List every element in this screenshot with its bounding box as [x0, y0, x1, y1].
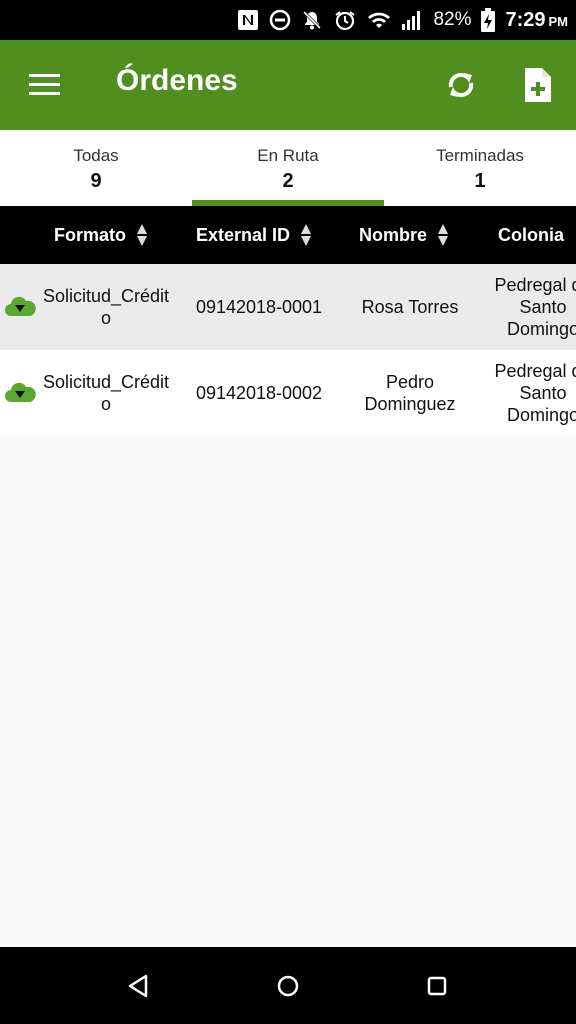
- menu-button[interactable]: [28, 68, 62, 102]
- status-icons: 82% 7:29 PM: [237, 0, 568, 40]
- cell-nombre: Rosa Torres: [361, 297, 459, 317]
- signal-icon: [401, 9, 423, 31]
- table-row[interactable]: Solicitud_Crédito 09142018-0001 Rosa Tor…: [0, 264, 576, 350]
- column-header-colonia[interactable]: Colonia: [498, 206, 564, 264]
- table-header: Formato External ID Nombre Colonia: [0, 206, 576, 264]
- tab-count: 9: [90, 170, 102, 192]
- cell-nombre: Pedro Dominguez: [364, 372, 456, 414]
- tab-terminadas[interactable]: Terminadas 1: [384, 130, 576, 206]
- menu-icon: [29, 74, 60, 95]
- back-icon: [128, 974, 148, 998]
- page-title: Órdenes: [116, 64, 238, 97]
- sort-icon: [136, 223, 148, 247]
- tab-en-ruta[interactable]: En Ruta 2: [192, 130, 384, 206]
- recents-button[interactable]: [420, 969, 454, 1003]
- status-bar: 82% 7:29 PM: [0, 0, 576, 40]
- cloud-download-icon: [4, 294, 36, 320]
- sort-icon: [437, 223, 449, 247]
- cell-formato: Solicitud_Crédito: [42, 286, 170, 328]
- cell-external-id: 09142018-0001: [195, 297, 323, 317]
- clock: 7:29 PM: [505, 9, 568, 32]
- tab-label: Terminadas: [436, 146, 524, 165]
- refresh-icon: [448, 72, 474, 98]
- sort-icon: [300, 223, 312, 247]
- alarm-icon: [333, 9, 357, 31]
- battery-charging-icon: [481, 8, 496, 32]
- navigation-bar: [0, 947, 576, 1024]
- column-header-label: Formato: [54, 224, 126, 245]
- tab-label: En Ruta: [257, 146, 319, 165]
- tab-todas[interactable]: Todas 9: [0, 130, 192, 206]
- tab-label: Todas: [73, 146, 119, 165]
- notifications-off-icon: [301, 9, 323, 31]
- column-header-label: Nombre: [359, 224, 428, 245]
- cell-formato: Solicitud_Crédito: [42, 372, 170, 414]
- new-document-button[interactable]: [520, 65, 556, 105]
- tab-count: 1: [474, 170, 486, 192]
- column-header-label: Colonia: [498, 224, 564, 245]
- refresh-button[interactable]: [443, 65, 479, 105]
- nfc-icon: [237, 9, 259, 31]
- cloud-download-icon: [4, 380, 36, 406]
- home-icon: [277, 975, 299, 997]
- new-document-icon: [525, 68, 551, 102]
- battery-percent: 82%: [433, 9, 472, 30]
- home-button[interactable]: [271, 969, 305, 1003]
- cell-external-id: 09142018-0002: [195, 383, 323, 403]
- clock-ampm: PM: [548, 13, 569, 29]
- cell-colonia: Pedregal de Santo Domingo: [494, 361, 576, 425]
- tab-bar: Todas 9 En Ruta 2 Terminadas 1: [0, 130, 576, 206]
- app-bar: Órdenes: [0, 40, 576, 130]
- tab-count: 2: [282, 170, 294, 192]
- column-header-label: External ID: [196, 224, 291, 245]
- column-header-external-id[interactable]: External ID: [196, 206, 312, 264]
- table-row[interactable]: Solicitud_Crédito 09142018-0002 Pedro Do…: [0, 350, 576, 436]
- recents-icon: [427, 976, 447, 996]
- back-button[interactable]: [122, 969, 156, 1003]
- column-header-nombre[interactable]: Nombre: [359, 206, 449, 264]
- clock-time: 7:29: [505, 8, 546, 31]
- column-header-formato[interactable]: Formato: [54, 206, 148, 264]
- wifi-icon: [367, 9, 391, 31]
- cell-colonia: Pedregal de Santo Domingo: [494, 275, 576, 339]
- do-not-disturb-icon: [269, 9, 291, 31]
